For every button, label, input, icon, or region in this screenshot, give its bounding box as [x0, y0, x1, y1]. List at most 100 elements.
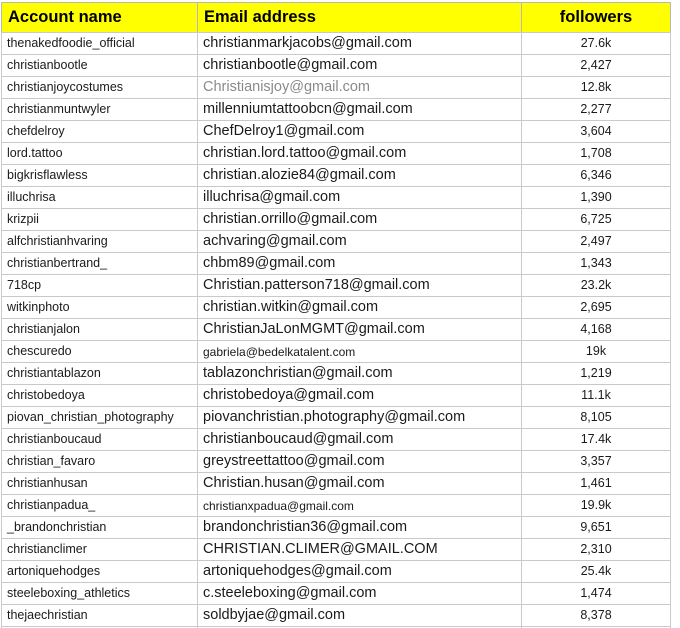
cell-followers[interactable]: 2,695 [521, 296, 671, 318]
table-row[interactable]: thejaechristian soldbyjae@gmail.com 8,378 [1, 604, 671, 626]
cell-email-address[interactable]: achvaring@gmail.com [197, 230, 521, 252]
cell-followers[interactable]: 17.4k [521, 428, 671, 450]
cell-email-address[interactable]: christian.lord.tattoo@gmail.com [197, 142, 521, 164]
cell-account-name[interactable]: christianboucaud [1, 428, 197, 450]
cell-account-name[interactable]: christianjalon [1, 318, 197, 340]
cell-followers[interactable]: 19.9k [521, 494, 671, 516]
cell-email-address[interactable]: brandonchristian36@gmail.com [197, 516, 521, 538]
cell-email-address[interactable]: gabriela@bedelkatalent.com [197, 340, 521, 362]
cell-email-address[interactable]: millenniumtattoobcn@gmail.com [197, 98, 521, 120]
table-row[interactable]: bigkrisflawless christian.alozie84@gmail.… [1, 164, 671, 186]
cell-email-address[interactable]: christianboucaud@gmail.com [197, 428, 521, 450]
table-row[interactable]: illuchrisa illuchrisa@gmail.com 1,390 [1, 186, 671, 208]
cell-followers[interactable]: 2,427 [521, 54, 671, 76]
cell-account-name[interactable]: chescuredo [1, 340, 197, 362]
cell-email-address[interactable]: illuchrisa@gmail.com [197, 186, 521, 208]
cell-followers[interactable]: 6,346 [521, 164, 671, 186]
cell-followers[interactable]: 19k [521, 340, 671, 362]
cell-account-name[interactable]: christianpadua_ [1, 494, 197, 516]
cell-followers[interactable]: 23.2k [521, 274, 671, 296]
table-row[interactable]: thenakedfoodie_official christianmarkjaco… [1, 32, 671, 54]
table-row[interactable]: christianbertrand_ chbm89@gmail.com 1,343 [1, 252, 671, 274]
cell-followers[interactable]: 8,378 [521, 604, 671, 626]
cell-followers[interactable]: 1,461 [521, 472, 671, 494]
table-row[interactable]: christianjoycostumes Christianisjoy@gmail… [1, 76, 671, 98]
cell-account-name[interactable]: thenakedfoodie_official [1, 32, 197, 54]
cell-email-address[interactable]: christian.orrillo@gmail.com [197, 208, 521, 230]
column-header-email-address[interactable]: Email address [197, 2, 521, 32]
cell-account-name[interactable]: 718cp [1, 274, 197, 296]
cell-account-name[interactable]: witkinphoto [1, 296, 197, 318]
table-row[interactable]: artoniquehodges artoniquehodges@gmail.com… [1, 560, 671, 582]
cell-followers[interactable]: 1,343 [521, 252, 671, 274]
table-row[interactable]: christianboucaud christianboucaud@gmail.c… [1, 428, 671, 450]
cell-account-name[interactable]: steeleboxing_athletics [1, 582, 197, 604]
cell-email-address[interactable]: artoniquehodges@gmail.com [197, 560, 521, 582]
cell-account-name[interactable]: christianmuntwyler [1, 98, 197, 120]
table-row[interactable]: christian_favaro greystreettattoo@gmail.c… [1, 450, 671, 472]
column-header-account-name[interactable]: Account name [1, 2, 197, 32]
cell-email-address[interactable]: Christian.husan@gmail.com [197, 472, 521, 494]
table-row[interactable]: lord.tattoo christian.lord.tattoo@gmail.c… [1, 142, 671, 164]
table-row[interactable]: 718cp Christian.patterson718@gmail.com 23.… [1, 274, 671, 296]
cell-account-name[interactable]: christianbootle [1, 54, 197, 76]
cell-account-name[interactable]: krizpii [1, 208, 197, 230]
cell-followers[interactable]: 1,219 [521, 362, 671, 384]
cell-email-address[interactable]: christian.witkin@gmail.com [197, 296, 521, 318]
table-row[interactable]: _brandonchristian brandonchristian36@gmai… [1, 516, 671, 538]
table-row[interactable]: krizpii christian.orrillo@gmail.com 6,725 [1, 208, 671, 230]
cell-followers[interactable]: 2,310 [521, 538, 671, 560]
cell-followers[interactable]: 1,708 [521, 142, 671, 164]
cell-email-address[interactable]: christobedoya@gmail.com [197, 384, 521, 406]
table-row[interactable]: steeleboxing_athletics c.steeleboxing@gma… [1, 582, 671, 604]
table-row[interactable]: christianpadua_ christianxpadua@gmail.com… [1, 494, 671, 516]
cell-account-name[interactable]: thejaechristian [1, 604, 197, 626]
cell-email-address[interactable]: christianbootle@gmail.com [197, 54, 521, 76]
column-header-followers[interactable]: followers [521, 2, 671, 32]
cell-account-name[interactable]: lord.tattoo [1, 142, 197, 164]
cell-account-name[interactable]: illuchrisa [1, 186, 197, 208]
table-row[interactable]: christianmuntwyler millenniumtattoobcn@gm… [1, 98, 671, 120]
cell-followers[interactable]: 9,651 [521, 516, 671, 538]
cell-followers[interactable]: 4,168 [521, 318, 671, 340]
cell-email-address[interactable]: c.steeleboxing@gmail.com [197, 582, 521, 604]
table-row[interactable]: christobedoya christobedoya@gmail.com 11.1… [1, 384, 671, 406]
cell-followers[interactable]: 25.4k [521, 560, 671, 582]
table-row[interactable]: piovan_christian_photography piovanchrist… [1, 406, 671, 428]
cell-email-address[interactable]: christian.alozie84@gmail.com [197, 164, 521, 186]
cell-email-address[interactable]: ChefDelroy1@gmail.com [197, 120, 521, 142]
table-row[interactable]: christianclimer CHRISTIAN.CLIMER@GMAIL.CO… [1, 538, 671, 560]
cell-followers[interactable]: 3,357 [521, 450, 671, 472]
cell-account-name[interactable]: christiantablazon [1, 362, 197, 384]
table-row[interactable]: christianjalon ChristianJaLonMGMT@gmail.c… [1, 318, 671, 340]
cell-email-address[interactable]: ChristianJaLonMGMT@gmail.com [197, 318, 521, 340]
cell-account-name[interactable]: piovan_christian_photography [1, 406, 197, 428]
cell-followers[interactable]: 3,604 [521, 120, 671, 142]
cell-email-address[interactable]: christianxpadua@gmail.com [197, 494, 521, 516]
cell-followers[interactable]: 2,497 [521, 230, 671, 252]
table-row[interactable]: christianhusan Christian.husan@gmail.com 1… [1, 472, 671, 494]
cell-account-name[interactable]: chefdelroy [1, 120, 197, 142]
table-row[interactable]: witkinphoto christian.witkin@gmail.com 2,6… [1, 296, 671, 318]
cell-account-name[interactable]: christobedoya [1, 384, 197, 406]
cell-account-name[interactable]: artoniquehodges [1, 560, 197, 582]
cell-email-address[interactable]: chbm89@gmail.com [197, 252, 521, 274]
cell-account-name[interactable]: bigkrisflawless [1, 164, 197, 186]
cell-email-address[interactable]: piovanchristian.photography@gmail.com [197, 406, 521, 428]
cell-followers[interactable]: 27.6k [521, 32, 671, 54]
table-row[interactable]: alfchristianhvaring achvaring@gmail.com 2,… [1, 230, 671, 252]
cell-account-name[interactable]: christianbertrand_ [1, 252, 197, 274]
cell-followers[interactable]: 8,105 [521, 406, 671, 428]
cell-followers[interactable]: 1,474 [521, 582, 671, 604]
cell-email-address[interactable]: CHRISTIAN.CLIMER@GMAIL.COM [197, 538, 521, 560]
table-row[interactable]: chescuredo gabriela@bedelkatalent.com 19k [1, 340, 671, 362]
table-row[interactable]: christianbootle christianbootle@gmail.com… [1, 54, 671, 76]
cell-followers[interactable]: 12.8k [521, 76, 671, 98]
table-row[interactable]: christiantablazon tablazonchristian@gmail… [1, 362, 671, 384]
cell-followers[interactable]: 1,390 [521, 186, 671, 208]
cell-account-name[interactable]: _brandonchristian [1, 516, 197, 538]
cell-followers[interactable]: 2,277 [521, 98, 671, 120]
cell-email-address[interactable]: christianmarkjacobs@gmail.com [197, 32, 521, 54]
cell-email-address[interactable]: greystreettattoo@gmail.com [197, 450, 521, 472]
cell-email-address[interactable]: soldbyjae@gmail.com [197, 604, 521, 626]
